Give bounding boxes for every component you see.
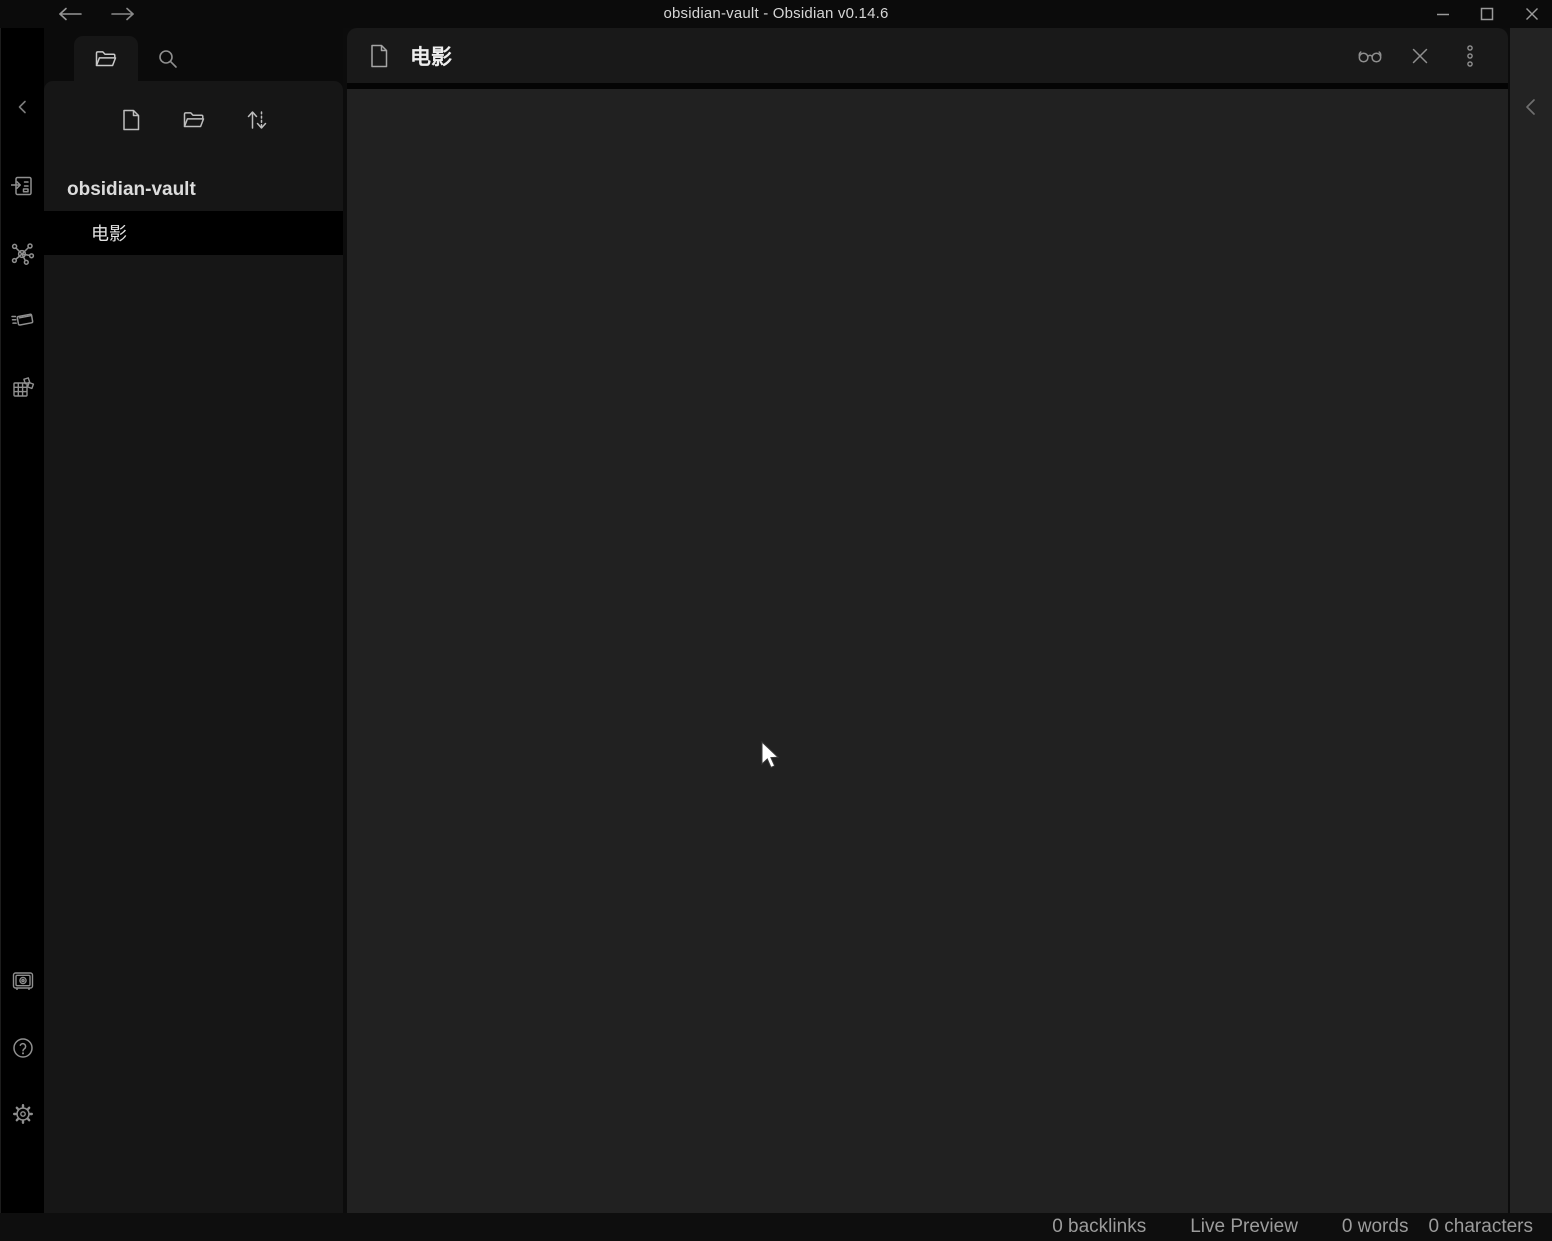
- forward-arrow-icon: [110, 6, 136, 22]
- reading-view-glasses-icon: [1357, 44, 1383, 68]
- close-tab-button[interactable]: [1408, 44, 1432, 68]
- tab-search[interactable]: [140, 36, 196, 81]
- help-button[interactable]: [11, 1036, 35, 1060]
- editor-header-actions: [1358, 44, 1482, 68]
- open-vault-button[interactable]: [11, 969, 35, 993]
- vault-title: obsidian-vault: [44, 177, 343, 203]
- sort-order-button[interactable]: [245, 108, 269, 132]
- minimize-icon: [1436, 7, 1450, 21]
- expand-right-sidebar-button[interactable]: [1519, 95, 1543, 119]
- left-ribbon: [0, 28, 45, 1213]
- document-icon: [368, 43, 390, 69]
- view-mode-status[interactable]: Live Preview: [1190, 1216, 1298, 1238]
- maximize-button[interactable]: [1472, 2, 1502, 26]
- editor-pane: 电影: [347, 28, 1508, 1213]
- graph-view-icon: [11, 242, 35, 266]
- command-palette-button[interactable]: [11, 308, 35, 332]
- sort-order-icon: [245, 108, 269, 132]
- backlinks-count: 0 backlinks: [1052, 1216, 1146, 1238]
- more-options-button[interactable]: [1458, 44, 1482, 68]
- search-icon: [156, 47, 180, 71]
- new-folder-icon: [181, 108, 207, 132]
- folder-icon: [93, 47, 119, 71]
- chevron-left-icon: [1522, 97, 1540, 117]
- maximize-icon: [1480, 7, 1494, 21]
- reading-view-button[interactable]: [1358, 44, 1382, 68]
- right-sidebar-strip: [1510, 28, 1552, 1213]
- left-sidebar: obsidian-vault 电影: [44, 28, 343, 1213]
- new-folder-button[interactable]: [182, 108, 206, 132]
- sidebar-tab-strip: [44, 28, 343, 81]
- note-title: 电影: [410, 41, 452, 71]
- character-count: 0 characters: [1428, 1216, 1533, 1238]
- obsidian-window: obsidian-vault - Obsidian v0.14.6: [0, 0, 1552, 1241]
- navigate-forward-button[interactable]: [106, 2, 140, 26]
- more-options-kebab-icon: [1465, 44, 1475, 68]
- tab-file-explorer[interactable]: [74, 36, 138, 81]
- note-content-area[interactable]: [347, 89, 1508, 1213]
- command-palette-icon: [11, 308, 35, 332]
- collapse-left-sidebar-button[interactable]: [11, 95, 35, 119]
- word-count: 0 words: [1342, 1216, 1409, 1238]
- chevron-left-icon: [15, 99, 31, 115]
- back-arrow-icon: [57, 6, 83, 22]
- vault-switcher-icon: [11, 969, 35, 993]
- graph-view-button[interactable]: [11, 242, 35, 266]
- close-icon: [1411, 47, 1429, 65]
- close-window-button[interactable]: [1517, 2, 1547, 26]
- quick-switcher-button[interactable]: [11, 174, 35, 198]
- file-explorer-actions: [44, 81, 343, 132]
- editor-tab-header: 电影: [347, 28, 1508, 83]
- random-note-icon: [11, 375, 35, 399]
- new-note-icon: [120, 108, 142, 132]
- file-item-selected[interactable]: 电影: [44, 211, 343, 255]
- settings-gear-icon: [11, 1102, 35, 1126]
- file-explorer-panel: obsidian-vault 电影: [44, 81, 343, 1213]
- titlebar: obsidian-vault - Obsidian v0.14.6: [0, 0, 1552, 28]
- new-note-button[interactable]: [119, 108, 143, 132]
- quick-switcher-icon: [11, 174, 35, 198]
- navigate-back-button[interactable]: [53, 2, 87, 26]
- minimize-button[interactable]: [1428, 2, 1458, 26]
- help-icon: [11, 1036, 35, 1060]
- status-bar: 0 backlinks Live Preview 0 words 0 chara…: [0, 1213, 1552, 1241]
- settings-button[interactable]: [11, 1102, 35, 1126]
- window-title: obsidian-vault - Obsidian v0.14.6: [0, 0, 1552, 28]
- close-icon: [1525, 7, 1539, 21]
- random-note-button[interactable]: [11, 375, 35, 399]
